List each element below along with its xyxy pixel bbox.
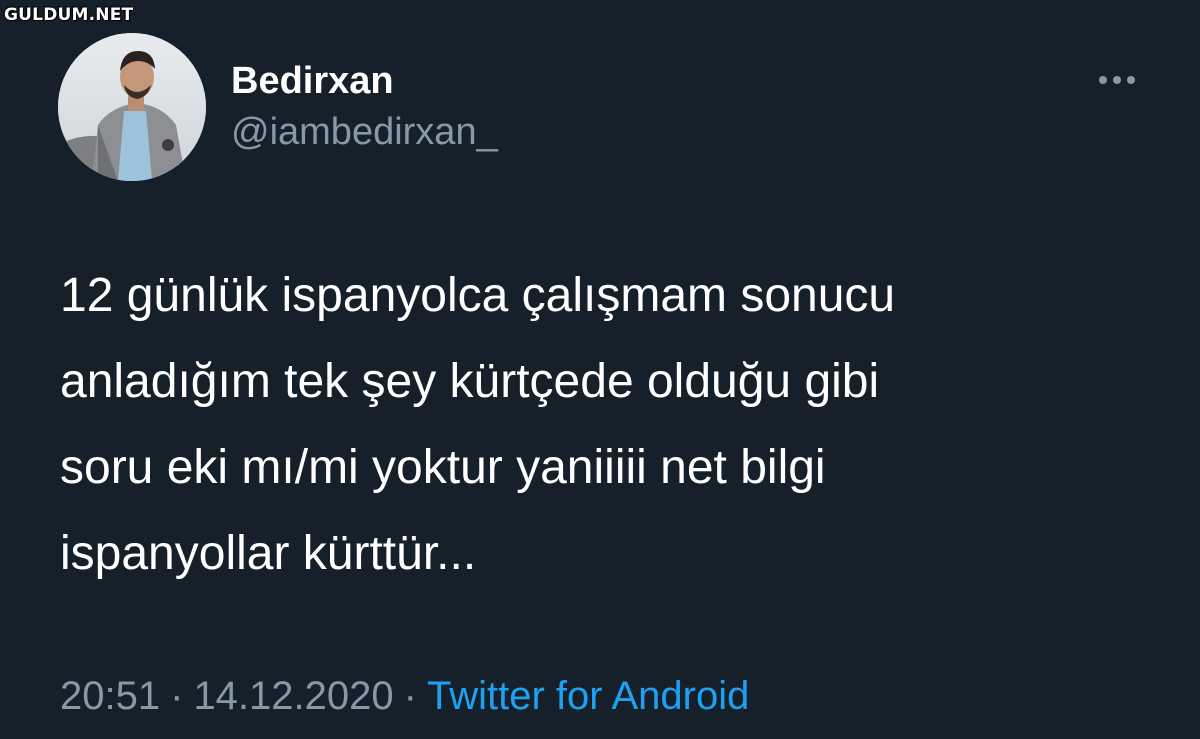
author-handle[interactable]: @iambedirxan_ [231, 111, 498, 154]
meta-separator: · [170, 674, 184, 718]
more-horizontal-icon [1099, 76, 1135, 84]
site-watermark: GULDUM.NET [4, 5, 134, 25]
more-options-button[interactable] [1092, 64, 1142, 94]
tweet-text-line: 12 günlük ispanyolca çalışmam sonucu [60, 269, 896, 322]
tweet-source-link[interactable]: Twitter for Android [427, 674, 749, 718]
tweet-metadata: 20:51 · 14.12.2020 · Twitter for Android [60, 674, 749, 719]
tweet-text-line: ispanyollar kürttür... [60, 527, 477, 580]
tweet-text-line: soru eki mı/mi yoktur yaniiiii net bilgi [60, 441, 826, 494]
user-avatar-photo-icon [58, 33, 206, 181]
tweet-text-line: anladığım tek şey kürtçede olduğu gibi [60, 355, 880, 408]
avatar[interactable] [58, 33, 206, 181]
tweet-text: 12 günlük ispanyolca çalışmam sonucu anl… [60, 253, 1170, 597]
meta-separator: · [403, 674, 417, 718]
author-display-name[interactable]: Bedirxan [231, 60, 394, 103]
tweet-date[interactable]: 14.12.2020 [193, 674, 393, 718]
tweet-time[interactable]: 20:51 [60, 674, 160, 718]
